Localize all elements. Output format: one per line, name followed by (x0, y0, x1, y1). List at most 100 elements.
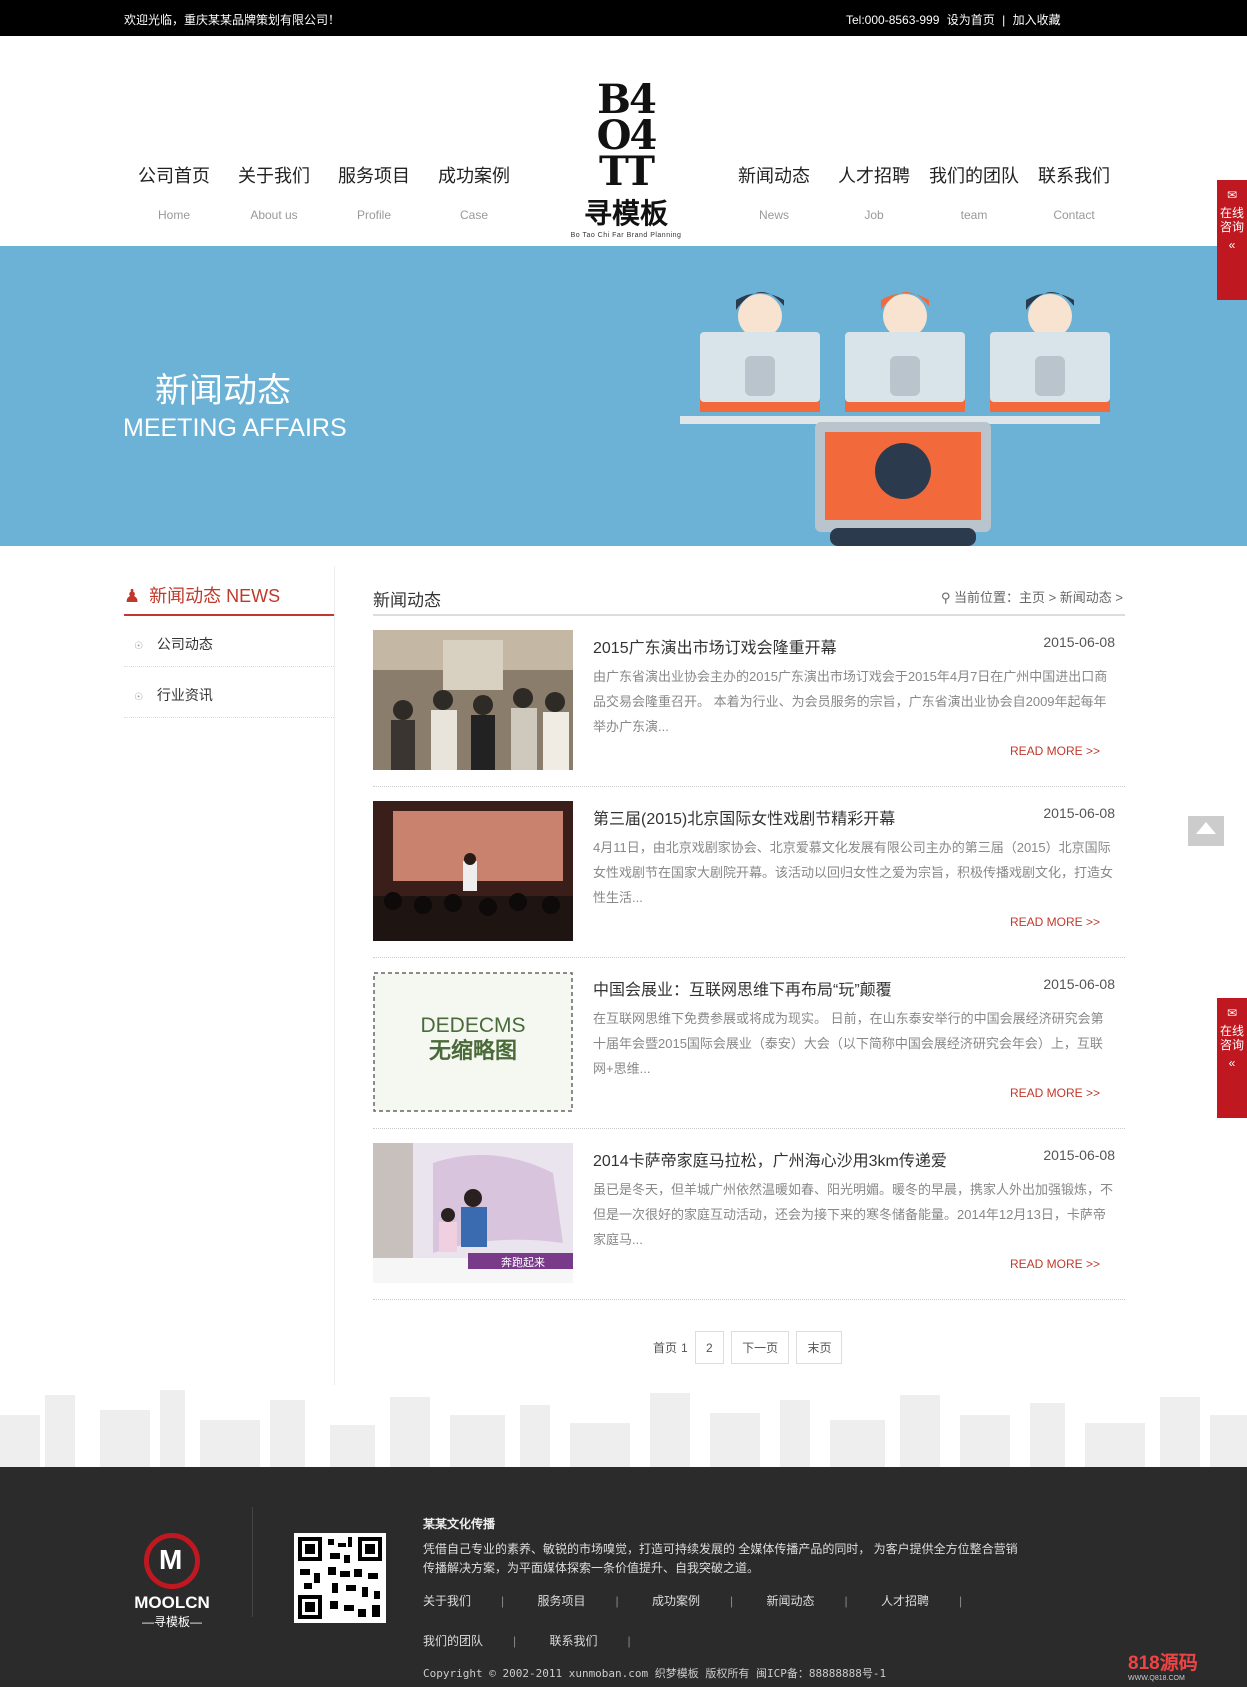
online-consult-button[interactable]: ✉ 在线咨询 « (1217, 180, 1247, 300)
online-consult-label: 在线咨询 (1219, 1024, 1244, 1052)
footer-links: 关于我们 | 服务项目 | 成功案例 | 新闻动态 | 人才招聘 | (423, 1594, 963, 1608)
online-consult-button[interactable]: ✉ 在线咨询 « (1217, 998, 1247, 1118)
footer-link-team[interactable]: 我们的团队 (423, 1634, 483, 1648)
svg-text:无缩略图: 无缩略图 (429, 1038, 517, 1064)
sidebar: ♟ 新闻动态 NEWS ☉ 公司动态 ☉ 行业资讯 (124, 566, 334, 718)
banner-title: 新闻动态 (155, 372, 291, 410)
next-page-link[interactable]: 下一页 (731, 1331, 790, 1364)
watermark: 818源码 WWW.Q818.COM (1128, 1648, 1198, 1682)
footer-link-news[interactable]: 新闻动态 (766, 1594, 814, 1608)
nav-label: 人才招聘 (838, 166, 910, 186)
news-date: 2015-06-08 (1043, 1147, 1115, 1163)
sidebar-item-industry-news[interactable]: ☉ 行业资讯 (124, 667, 334, 718)
last-page-link[interactable]: 末页 (796, 1331, 843, 1364)
tel-text: Tel:000-8563-999 (846, 13, 940, 27)
nav-label: 联系我们 (1038, 166, 1110, 186)
breadcrumb: ⚲ 当前位置：主页 > 新闻动态 > (940, 590, 1123, 605)
footer-intro: 凭借自己专业的素养、敏锐的市场嗅觉，打造可持续发展的 全媒体传播产品的同时， 为… (423, 1542, 1018, 1575)
news-title[interactable]: 第三届(2015)北京国际女性戏剧节精彩开幕 (593, 805, 895, 829)
nav-case[interactable]: 成功案例 Case (424, 162, 524, 222)
meeting-illustration (680, 291, 1110, 546)
news-summary: 虽已是冬天，但羊城广州依然温暖如春、阳光明媚。暖冬的早晨，携家人外出加强锻炼，不… (593, 1182, 1114, 1247)
nav-label: 新闻动态 (738, 166, 810, 186)
current-page: 1 (681, 1341, 688, 1355)
sidebar-item-label: 行业资讯 (156, 687, 213, 703)
pagination: 首页 1 2 下一页 末页 (653, 1331, 846, 1364)
nav-home[interactable]: 公司首页 Home (124, 162, 224, 222)
chevron-left-icon: « (1228, 1056, 1236, 1070)
news-thumbnail[interactable] (373, 630, 573, 770)
footer-link-services[interactable]: 服务项目 (537, 1594, 585, 1608)
nav-sublabel: Case (459, 208, 488, 222)
nav-news[interactable]: 新闻动态 News (724, 162, 824, 222)
location-pin-icon: ⚲ (940, 590, 951, 605)
nav-sublabel: Profile (356, 208, 391, 222)
news-thumbnail-placeholder[interactable]: DEDECMS 无缩略图 (373, 972, 573, 1112)
watermark-name: 818源码 (1128, 1653, 1198, 1674)
footer-brand: MOOLCN (134, 1593, 210, 1612)
footer-divider (252, 1507, 253, 1617)
news-thumbnail[interactable] (373, 801, 573, 941)
bullet-icon: ☉ (134, 641, 143, 652)
top-bar: 欢迎光临，重庆某某品牌策划有限公司！ Tel:000-8563-999 设为首页… (0, 0, 1247, 36)
footer-brand-cn: —寻模板— (141, 1615, 202, 1629)
footer-link-cases[interactable]: 成功案例 (652, 1594, 700, 1608)
site-logo[interactable]: B4 O4 TT 寻模板 Bo Tao Chi Far Brand Planni… (556, 76, 696, 252)
page-2-link[interactable]: 2 (695, 1331, 724, 1364)
nav-label: 成功案例 (438, 166, 510, 186)
svg-text:DEDECMS: DEDECMS (420, 1014, 525, 1037)
sidebar-title: ♟ 新闻动态 NEWS (124, 566, 334, 616)
nav-sublabel: Home (157, 208, 190, 222)
nav-sublabel: News (758, 208, 789, 222)
sidebar-item-company-news[interactable]: ☉ 公司动态 (124, 616, 334, 667)
logo-name: 寻模板 (583, 198, 668, 229)
news-item: 第三届(2015)北京国际女性戏剧节精彩开幕 2015-06-08 4月11日，… (373, 787, 1125, 958)
nav-job[interactable]: 人才招聘 Job (824, 162, 924, 222)
news-summary: 在互联网思维下免费参展或将成为现实。 日前，在山东泰安举行的中国会展经济研究会第… (593, 1011, 1104, 1076)
svg-text:奔跑起来: 奔跑起来 (501, 1255, 545, 1269)
news-title[interactable]: 2014卡萨帝家庭马拉松，广州海心沙用3km传递爱 (593, 1147, 947, 1171)
footer-company-name: 某某文化传播 (423, 1517, 496, 1531)
news-thumbnail[interactable]: 奔跑起来 (373, 1143, 573, 1283)
news-item: DEDECMS 无缩略图 中国会展业：互联网思维下再布局“玩”颠覆 2015-0… (373, 958, 1125, 1129)
page-banner: 新闻动态 MEETING AFFAIRS (0, 246, 1247, 546)
read-more-link[interactable]: READ MORE >> (1010, 915, 1100, 929)
nav-sublabel: team (960, 208, 988, 222)
read-more-link[interactable]: READ MORE >> (1010, 1086, 1100, 1100)
logo-mark: B4 O4 TT (596, 76, 658, 195)
nav-label: 关于我们 (238, 166, 310, 186)
nav-about[interactable]: 关于我们 About us (224, 162, 324, 222)
first-page-link[interactable]: 首页 (653, 1332, 677, 1365)
sidebar-item-label: 公司动态 (156, 636, 213, 652)
footer-logo[interactable]: MOOLCN —寻模板— (124, 1533, 220, 1630)
set-home-link[interactable]: 设为首页 (947, 13, 995, 27)
nav-label: 我们的团队 (929, 166, 1019, 186)
news-date: 2015-06-08 (1043, 805, 1115, 821)
news-summary: 4月11日，由北京戏剧家协会、北京爱慕文化发展有限公司主办的第三届（2015）北… (593, 840, 1114, 905)
nav-sublabel: Job (864, 208, 884, 222)
chat-icon: ✉ (1226, 188, 1238, 202)
footer-link-contact[interactable]: 联系我们 (549, 1634, 597, 1648)
footer-link-jobs[interactable]: 人才招聘 (881, 1594, 929, 1608)
read-more-link[interactable]: READ MORE >> (1010, 744, 1100, 758)
welcome-text: 欢迎光临，重庆某某品牌策划有限公司！ (124, 13, 341, 27)
news-item: 2015广东演出市场订戏会隆重开幕 2015-06-08 由广东省演出业协会主办… (373, 616, 1125, 787)
add-favorite-link[interactable]: 加入收藏 (1013, 13, 1061, 27)
back-to-top-button[interactable] (1188, 816, 1224, 846)
news-title[interactable]: 2015广东演出市场订戏会隆重开幕 (593, 634, 837, 658)
news-title[interactable]: 中国会展业：互联网思维下再布局“玩”颠覆 (593, 976, 892, 1000)
qr-code (294, 1533, 386, 1623)
read-more-link[interactable]: READ MORE >> (1010, 1257, 1100, 1271)
bullet-icon: ☉ (134, 692, 143, 703)
nav-contact[interactable]: 联系我们 Contact (1024, 162, 1124, 222)
news-date: 2015-06-08 (1043, 976, 1115, 992)
brand-emblem-icon (144, 1533, 200, 1589)
main-content: 新闻动态 ⚲ 当前位置：主页 > 新闻动态 > 2015广东演出市场订戏会隆重开… (373, 566, 1125, 1300)
nav-team[interactable]: 我们的团队 team (924, 162, 1024, 222)
top-divider: | (1002, 13, 1006, 27)
footer-link-about[interactable]: 关于我们 (423, 1594, 471, 1608)
city-skyline-decoration (0, 1385, 1247, 1467)
nav-profile[interactable]: 服务项目 Profile (324, 162, 424, 222)
news-date: 2015-06-08 (1043, 634, 1115, 650)
column-divider (334, 566, 335, 1386)
